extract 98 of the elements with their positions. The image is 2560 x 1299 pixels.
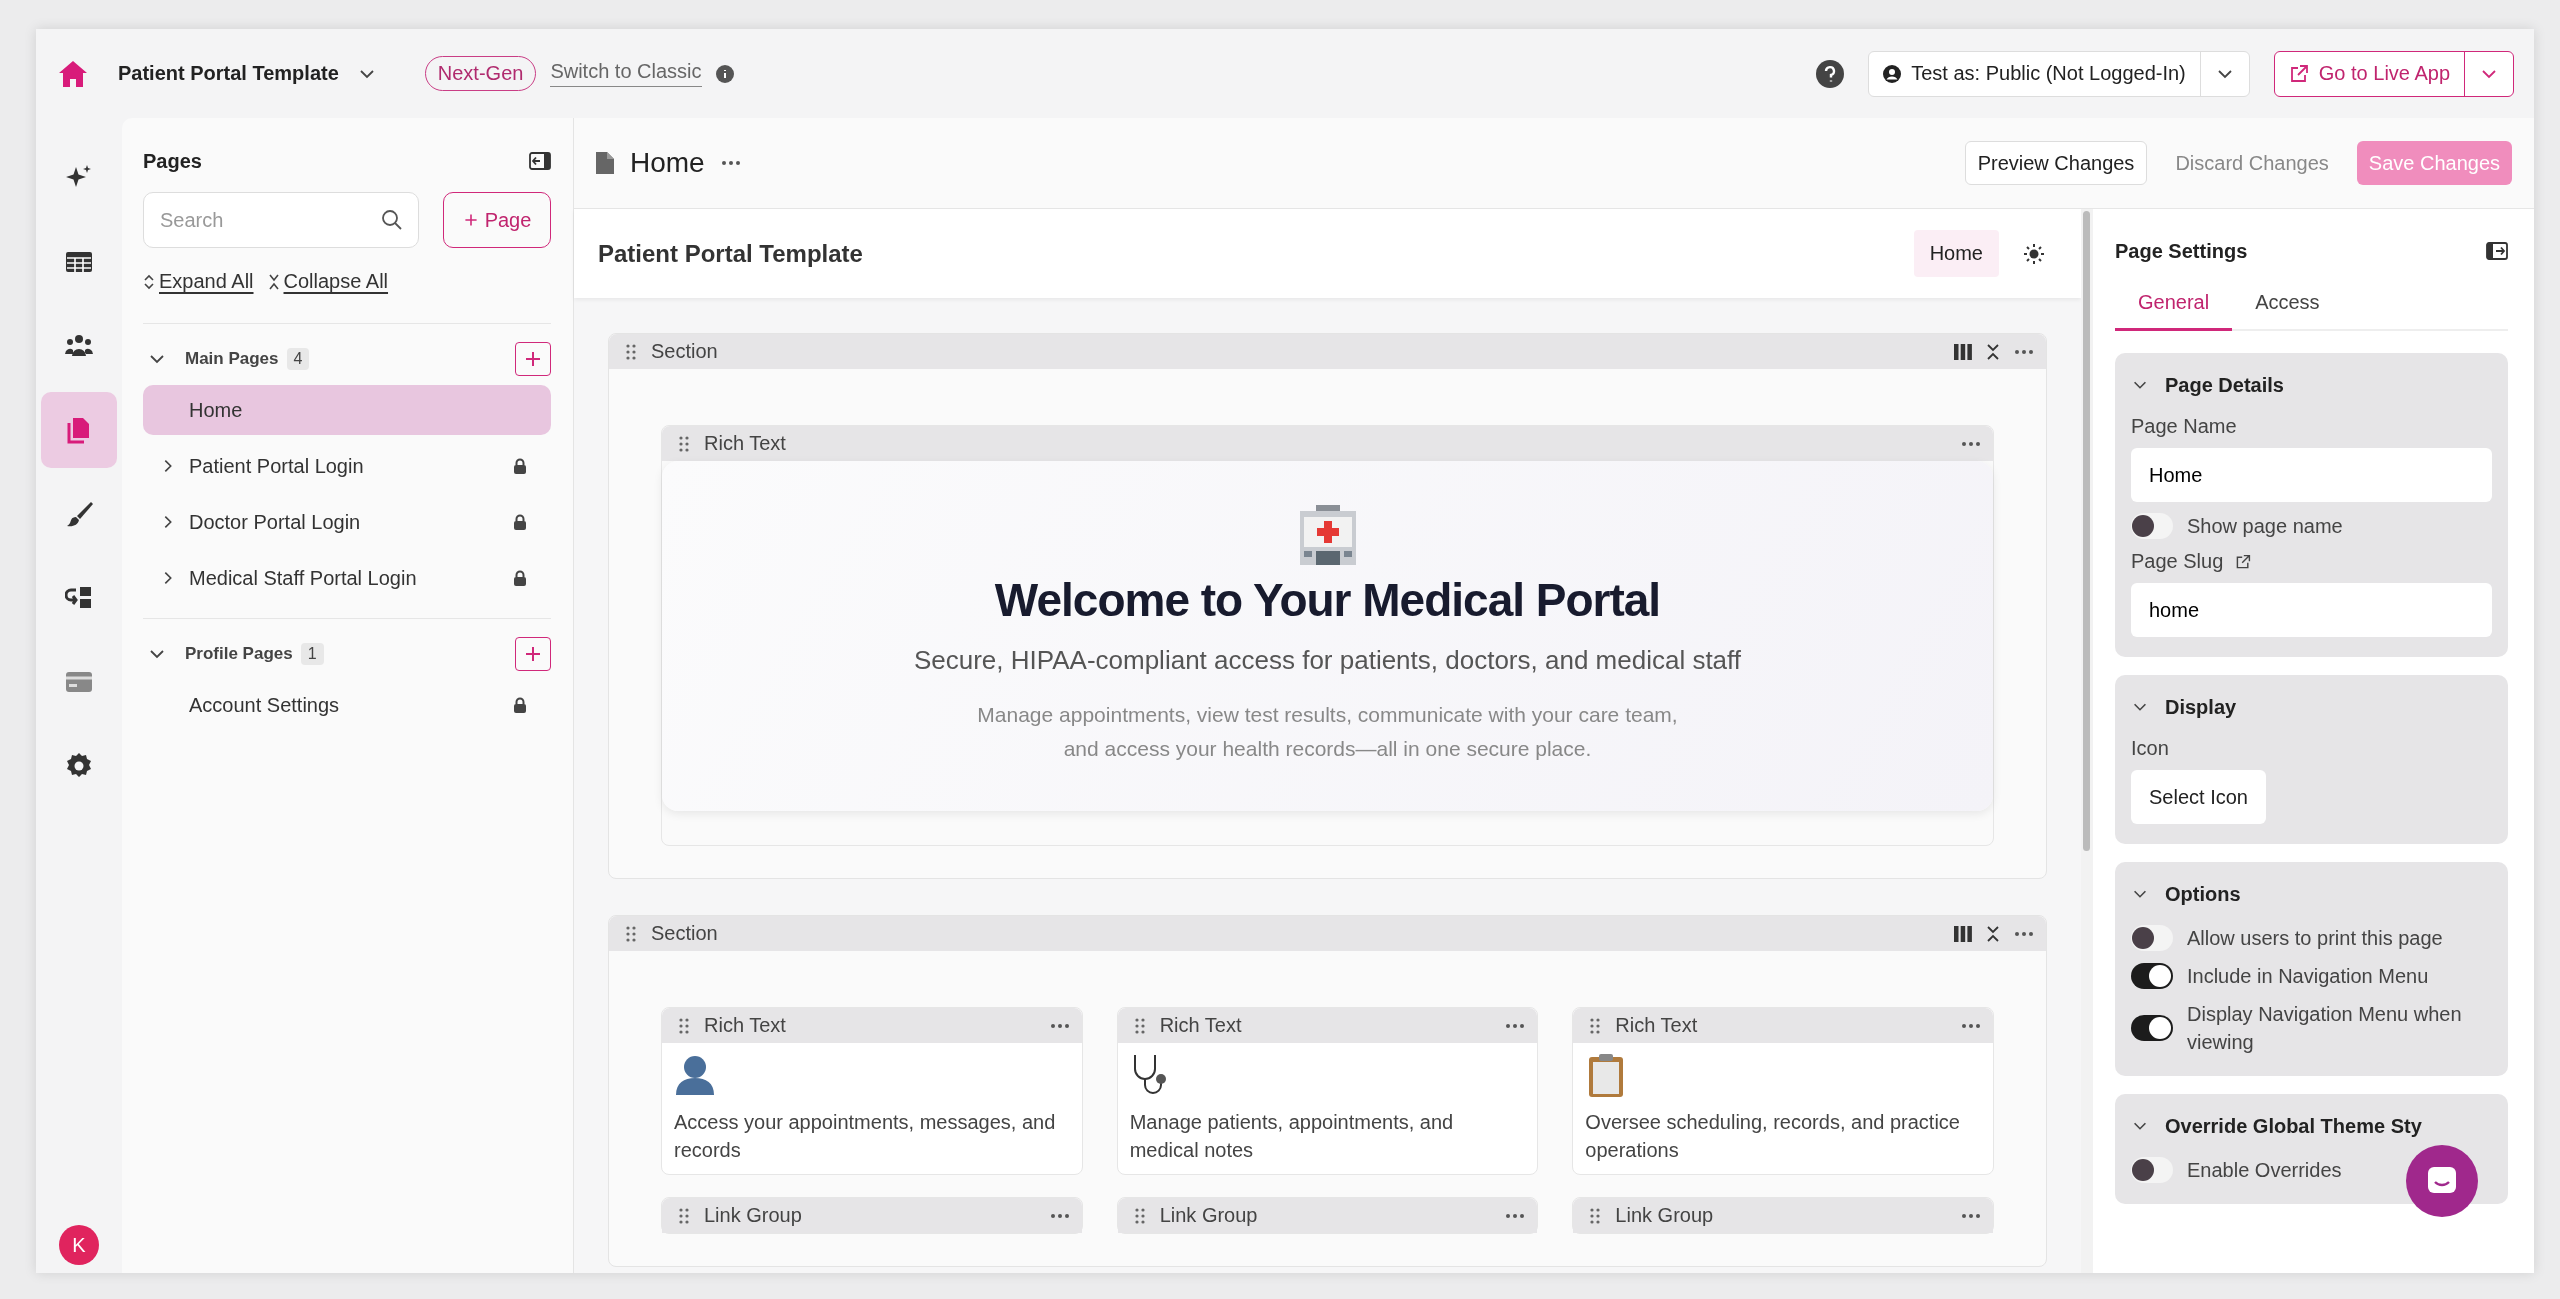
section-toggle[interactable]: Override Global Theme Sty [2131, 1106, 2492, 1146]
lock-icon [513, 513, 527, 531]
feature-description: Access your appointments, messages, and records [674, 1110, 1057, 1164]
hero-subheading: Secure, HIPAA-compliant access for patients, doctors, and medical staff [913, 645, 1742, 676]
group-header[interactable]: Profile Pages [143, 644, 293, 664]
lock-icon [513, 457, 527, 475]
count-badge: 1 [300, 643, 324, 665]
plus-icon [523, 644, 543, 664]
expand-all-link[interactable]: Expand All [143, 270, 254, 293]
sun-icon[interactable] [2023, 242, 2045, 265]
external-link-icon [2288, 63, 2309, 84]
plus-icon [523, 349, 543, 369]
nav-link[interactable]: Home [1913, 230, 1999, 277]
text-field[interactable]: home [2131, 583, 2492, 637]
plus-icon [462, 212, 479, 228]
app-switcher[interactable]: Patient Portal Template [118, 62, 377, 85]
block-header[interactable]: Rich Text [662, 1008, 1082, 1044]
select-icon-button[interactable]: Select Icon [2131, 770, 2266, 824]
external-link-icon[interactable] [2235, 553, 2252, 570]
more-icon[interactable] [720, 158, 741, 168]
collapse-all-link[interactable]: Collapse All [267, 270, 389, 293]
toggle-label: Allow users to print this page [2187, 926, 2443, 951]
section-header[interactable]: Section [609, 916, 2046, 952]
drag-handle-icon[interactable] [1589, 1016, 1602, 1035]
page-item[interactable]: Home [143, 385, 551, 435]
collapse-panel-icon[interactable] [529, 152, 551, 170]
settings-icon [65, 752, 93, 780]
field-label: Page Name [2131, 415, 2238, 438]
section-toggle[interactable]: Display [2131, 687, 2492, 727]
drag-handle-icon[interactable] [1589, 1206, 1602, 1225]
toggle-switch[interactable] [2131, 925, 2173, 951]
drag-handle-icon[interactable] [678, 1016, 690, 1035]
toggle-switch[interactable] [2131, 1015, 2173, 1041]
block-header[interactable]: Rich Text [662, 426, 1993, 461]
scrollbar-thumb[interactable] [2083, 211, 2090, 851]
block-header[interactable]: Rich Text [1117, 1008, 1538, 1044]
brush-icon [65, 500, 93, 528]
add-page-button[interactable]: Page [443, 192, 551, 248]
text-field[interactable]: Home [2131, 448, 2492, 502]
user-icon [1883, 64, 1902, 83]
collapse-icon[interactable] [1986, 342, 2000, 361]
field-label: Icon [2131, 737, 2170, 760]
drag-handle-icon[interactable] [625, 342, 637, 361]
drag-handle-icon[interactable] [1133, 1206, 1146, 1225]
columns-icon[interactable] [1954, 925, 1972, 942]
panel-title: Pages [143, 149, 202, 173]
action-button[interactable]: Preview Changes [1964, 141, 2148, 185]
section-toggle[interactable]: Options [2131, 874, 2492, 914]
lock-icon [513, 569, 527, 587]
page-item[interactable]: Patient Portal Login [143, 441, 551, 491]
page-title: Home [630, 147, 705, 179]
search-icon [381, 209, 403, 231]
switch-link[interactable]: Switch to Classic [550, 60, 702, 87]
hero-heading: Welcome to Your Medical Portal [994, 573, 1661, 627]
group-header[interactable]: Main Pages [143, 349, 279, 369]
lock-icon [513, 696, 527, 714]
toggle-switch[interactable] [2131, 1157, 2173, 1183]
drag-handle-icon[interactable] [678, 1206, 690, 1225]
drag-handle-icon[interactable] [1133, 1016, 1146, 1035]
document-icon [596, 152, 614, 174]
toggle-label: Show page name [2187, 514, 2343, 539]
user-avatar[interactable]: K [59, 1225, 99, 1265]
tab[interactable]: General [2115, 279, 2233, 331]
section-toggle[interactable]: Page Details [2131, 365, 2492, 405]
block-header[interactable]: Link Group [1117, 1198, 1538, 1234]
panel-title: Page Settings [2115, 239, 2248, 263]
collapse-panel-icon[interactable] [2486, 242, 2508, 260]
search-field[interactable]: Search [143, 192, 419, 248]
home-icon[interactable] [58, 59, 88, 88]
field-label: Page Slug [2131, 550, 2224, 573]
block-header[interactable]: Link Group [1573, 1198, 1993, 1234]
drag-handle-icon[interactable] [625, 924, 637, 943]
toggle-label: Include in Navigation Menu [2187, 964, 2429, 989]
feature-description: Oversee scheduling, records, and practice operations [1585, 1110, 1961, 1164]
expand-icon [143, 272, 155, 291]
page-item[interactable]: Medical Staff Portal Login [143, 553, 551, 603]
site-title: Patient Portal Template [598, 239, 863, 268]
block-header[interactable]: Rich Text [1573, 1008, 1993, 1044]
toggle-switch[interactable] [2131, 513, 2173, 539]
count-badge: 4 [286, 348, 310, 370]
page-item[interactable]: Doctor Portal Login [143, 497, 551, 547]
page-item[interactable]: Account Settings [143, 680, 551, 730]
block-header[interactable]: Link Group [662, 1198, 1082, 1234]
drag-handle-icon[interactable] [678, 434, 690, 453]
add-button[interactable] [515, 637, 551, 671]
add-button[interactable] [515, 342, 551, 376]
hero-description: Manage appointments, view test results, communicate with your care team, and access your health records—all in one secure place. [976, 702, 1679, 762]
columns-icon[interactable] [1954, 343, 1972, 360]
toggle-label: Enable Overrides [2187, 1158, 2342, 1183]
collapse-icon [267, 272, 280, 291]
help-icon[interactable] [1816, 59, 1845, 88]
toggle-label: Display Navigation Menu when viewing [2187, 1002, 2463, 1055]
tab[interactable]: Access [2232, 279, 2343, 331]
collapse-icon[interactable] [1986, 924, 2000, 943]
section-header[interactable]: Section [609, 334, 2046, 369]
feature-description: Manage patients, appointments, and medical notes [1129, 1110, 1455, 1164]
info-icon[interactable] [715, 64, 734, 83]
toggle-switch[interactable] [2131, 963, 2173, 989]
